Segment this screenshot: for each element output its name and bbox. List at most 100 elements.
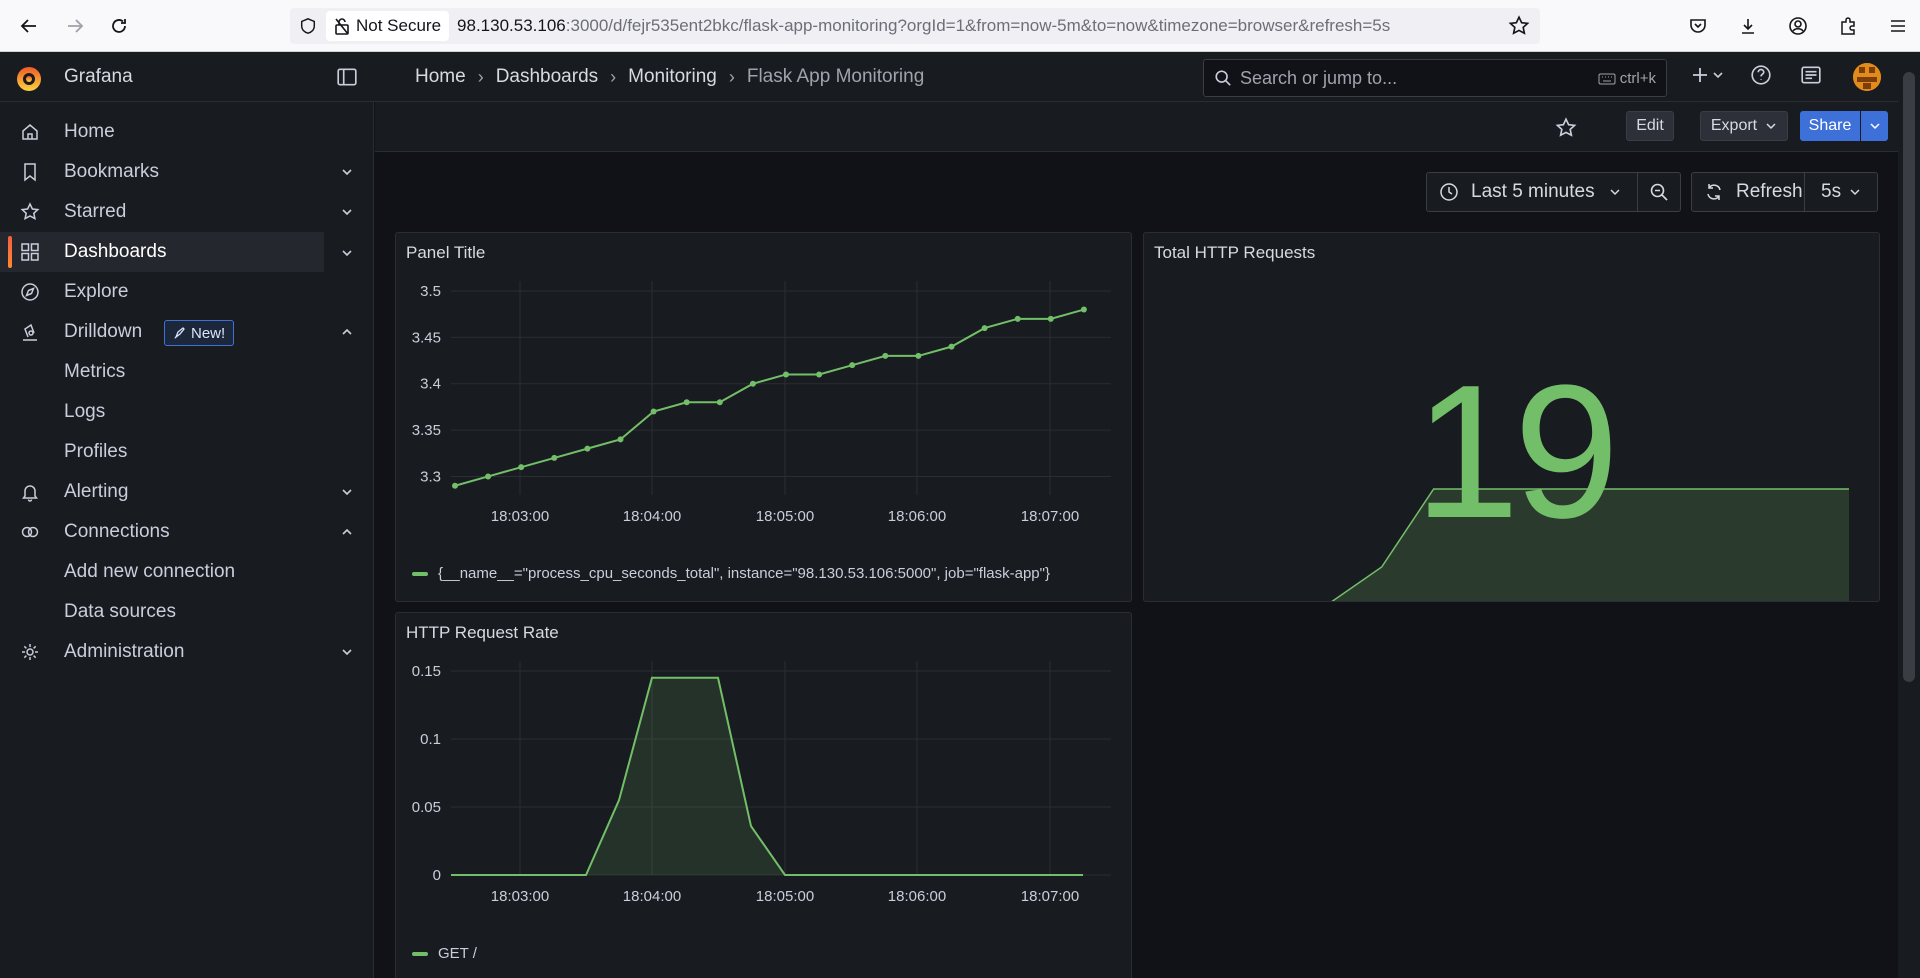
account-button[interactable] — [1776, 6, 1820, 46]
sidebar-item-alerting[interactable]: Alerting — [0, 472, 352, 512]
sidebar-item-home[interactable]: Home — [0, 112, 340, 152]
pocket-button[interactable] — [1676, 6, 1720, 46]
sidebar-nav: Home Bookmarks Starred Dashboards Explor… — [0, 102, 374, 978]
pocket-icon — [1690, 19, 1706, 33]
sidebar-item-data-sources[interactable]: Data sources — [0, 592, 340, 632]
sidebar-item-label: Drilldown — [64, 321, 143, 342]
search-icon — [1215, 70, 1231, 86]
refresh-interval-picker[interactable]: 5s — [1804, 172, 1878, 212]
export-label: Export — [1710, 117, 1758, 134]
sidebar-item-starred[interactable]: Starred — [0, 192, 352, 232]
sidebar-item-label: Dashboards — [64, 241, 167, 262]
sidebar-item-dashboards[interactable]: Dashboards — [0, 232, 324, 272]
sidebar-item-label: Connections — [64, 521, 170, 542]
chevron-down-icon — [1869, 123, 1880, 130]
legend-label: {__name__="process_cpu_seconds_total", i… — [438, 565, 1050, 582]
series-line — [451, 676, 1083, 876]
edit-button[interactable]: Edit — [1626, 111, 1674, 141]
chevron-right-icon: › — [477, 66, 484, 87]
sidebar-item-drilldown[interactable]: Drilldown New! — [0, 312, 352, 352]
url-bar[interactable]: Not Secure 98.130.53.106:3000/d/fejr535e… — [290, 8, 1540, 44]
scrollbar-thumb[interactable] — [1903, 72, 1915, 682]
export-button[interactable]: Export — [1700, 111, 1788, 141]
chevron-down-icon[interactable] — [340, 485, 354, 499]
x-tick-label: 18:05:00 — [756, 888, 814, 905]
chevron-right-icon: › — [610, 66, 617, 87]
app-brand[interactable]: Grafana — [64, 66, 133, 88]
chevron-up-icon[interactable] — [340, 525, 354, 539]
help-button[interactable] — [1736, 64, 1786, 86]
chevron-down-icon[interactable] — [340, 205, 354, 219]
puzzle-icon — [1841, 17, 1855, 35]
share-button[interactable]: Share — [1800, 111, 1860, 141]
cog-icon — [22, 644, 38, 660]
zoom-out-button[interactable] — [1637, 172, 1681, 212]
data-point — [683, 399, 690, 406]
sidebar-item-label: Administration — [64, 641, 185, 662]
data-point — [716, 399, 723, 406]
y-tick-label: 3.35 — [412, 422, 441, 439]
refresh-button[interactable]: Refresh — [1691, 172, 1805, 212]
chevron-up-icon[interactable] — [340, 325, 354, 339]
chevron-down-icon[interactable] — [340, 165, 354, 179]
chart-legend[interactable]: {__name__="process_cpu_seconds_total", i… — [412, 565, 1050, 582]
sidebar-item-logs[interactable]: Logs — [0, 392, 340, 432]
search-input[interactable]: Search or jump to... ctrl+k — [1203, 59, 1667, 97]
compass-icon — [21, 283, 39, 301]
chevron-down-icon[interactable] — [340, 645, 354, 659]
mark-favorite-star-icon[interactable] — [1555, 117, 1577, 139]
new-menu-button[interactable] — [1680, 65, 1736, 85]
x-tick-label: 18:04:00 — [623, 888, 681, 905]
sidebar-item-administration[interactable]: Administration — [0, 632, 352, 672]
panel-total-requests[interactable]: Total HTTP Requests 19 — [1143, 232, 1880, 602]
dock-menu-button[interactable] — [336, 66, 358, 93]
link-icon — [21, 526, 39, 538]
breadcrumb-dashboards[interactable]: Dashboards — [496, 66, 598, 88]
search-shortcut: ctrl+k — [1598, 70, 1656, 87]
data-point — [1047, 315, 1054, 322]
sidebar-item-label: Metrics — [64, 361, 126, 382]
chevron-right-icon: › — [728, 66, 735, 87]
keyboard-icon — [1598, 73, 1616, 84]
time-range-picker[interactable]: Last 5 minutes — [1426, 172, 1638, 212]
chevron-down-icon — [1766, 123, 1776, 130]
sidebar-item-add-new-connection[interactable]: Add new connection — [0, 552, 340, 592]
rss-icon — [1801, 66, 1821, 84]
extensions-button[interactable] — [1826, 6, 1870, 46]
reload-button[interactable] — [99, 6, 139, 46]
menu-button[interactable] — [1876, 6, 1920, 46]
forward-button[interactable] — [55, 6, 95, 46]
sidebar-item-label: Logs — [64, 401, 106, 422]
x-tick-label: 18:03:00 — [491, 508, 549, 525]
security-indicator[interactable]: Not Secure — [326, 11, 450, 41]
download-icon — [1742, 19, 1754, 34]
account-icon — [1789, 17, 1807, 35]
back-button[interactable] — [9, 6, 49, 46]
data-point — [849, 362, 856, 369]
data-point — [584, 445, 591, 452]
sidebar-item-connections[interactable]: Connections — [0, 512, 352, 552]
chevron-down-icon[interactable] — [340, 246, 354, 260]
reload-icon — [112, 19, 126, 33]
data-point — [452, 482, 458, 489]
news-button[interactable] — [1786, 64, 1836, 86]
sidebar-item-metrics[interactable]: Metrics — [0, 352, 340, 392]
url-path: :3000/d/fejr535ent2bkc/flask-app-monitor… — [565, 16, 1391, 35]
breadcrumb-current: Flask App Monitoring — [746, 66, 925, 87]
panel-cpu[interactable]: Panel Title 3.3 3.35 3.4 3.45 3.5 18:03:00 18:… — [395, 232, 1132, 602]
avatar[interactable] — [1853, 63, 1881, 91]
scrollbar[interactable] — [1898, 52, 1920, 978]
x-tick-label: 18:03:00 — [491, 888, 549, 905]
bookmark-star-icon[interactable] — [1508, 15, 1530, 42]
sidebar-item-profiles[interactable]: Profiles — [0, 432, 340, 472]
sidebar-item-explore[interactable]: Explore — [0, 272, 340, 312]
breadcrumb-monitoring[interactable]: Monitoring — [628, 66, 717, 88]
series-area — [451, 677, 1083, 875]
sidebar-item-bookmarks[interactable]: Bookmarks — [0, 152, 352, 192]
chart-legend[interactable]: GET / — [412, 945, 477, 962]
downloads-button[interactable] — [1726, 6, 1770, 46]
share-options-button[interactable] — [1861, 111, 1888, 141]
panel-request-rate[interactable]: HTTP Request Rate 0 0.05 0.1 0.15 18:03:00 18… — [395, 612, 1132, 978]
breadcrumb-home[interactable]: Home — [415, 66, 466, 88]
grafana-logo-icon[interactable] — [14, 64, 44, 94]
